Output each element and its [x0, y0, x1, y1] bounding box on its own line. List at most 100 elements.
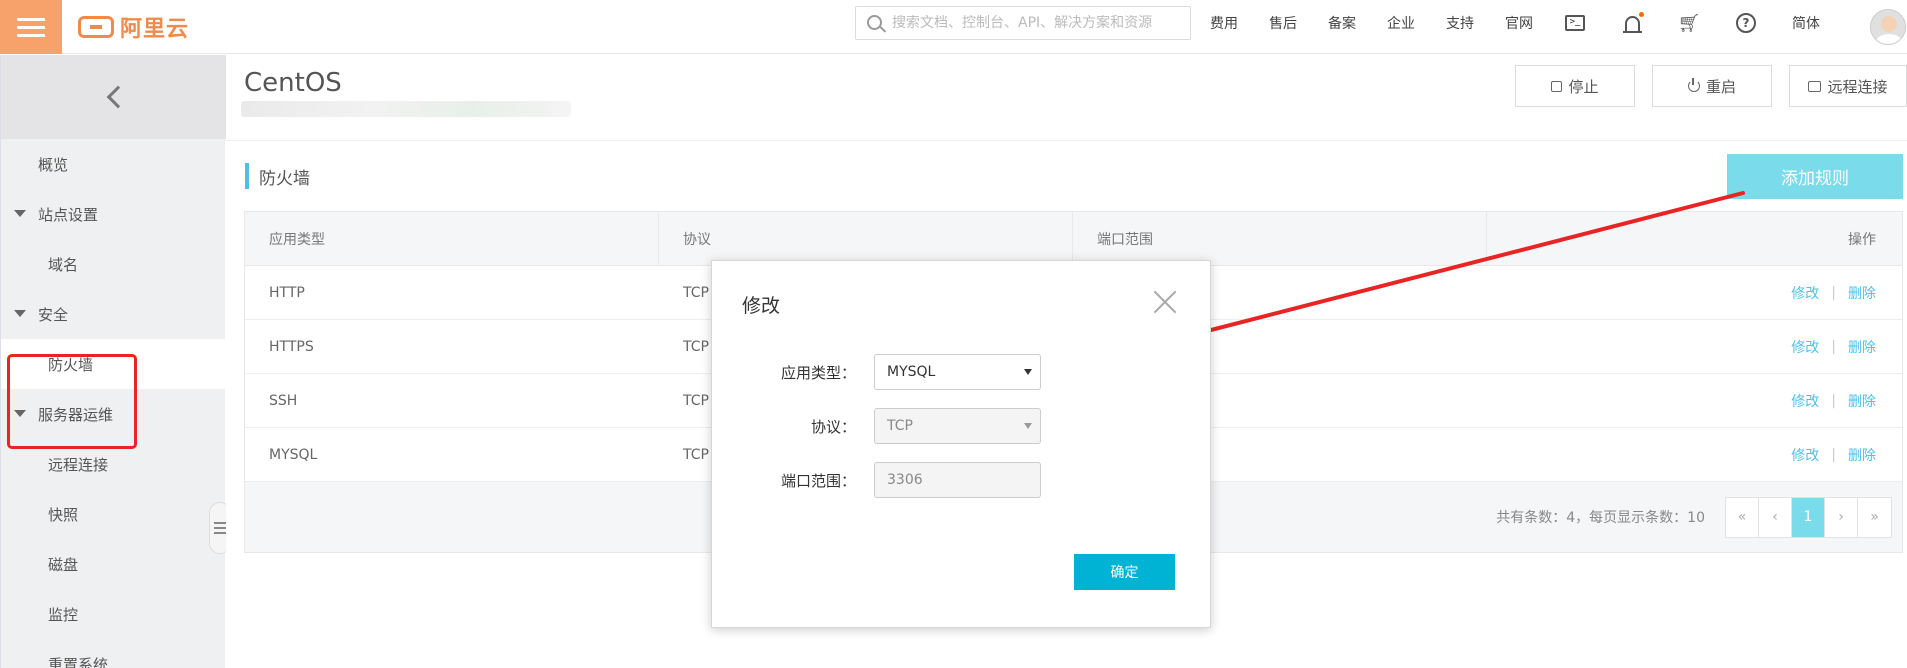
cell-type: HTTPS — [269, 338, 314, 355]
cell-actions: 修改 | 删除 — [1487, 374, 1902, 427]
nav-enterprise[interactable]: 企业 — [1387, 13, 1415, 33]
app-type-select[interactable]: MYSQL — [874, 354, 1041, 390]
divider: | — [1831, 284, 1836, 301]
cell-type: MYSQL — [269, 446, 318, 463]
notifications-button[interactable] — [1621, 12, 1644, 34]
nav-icp-filing[interactable]: 备案 — [1328, 13, 1356, 33]
sidebar-item-label: 监控 — [48, 605, 79, 624]
chevron-left-icon — [106, 85, 129, 109]
column-header-type: 应用类型 — [245, 212, 659, 265]
nav-support[interactable]: 支持 — [1446, 13, 1474, 33]
protocol-select: TCP — [874, 408, 1041, 444]
stop-label: 停止 — [1568, 77, 1599, 96]
sidebar-item-firewall[interactable]: 防火墙 — [1, 339, 226, 389]
confirm-button[interactable]: 确定 — [1074, 554, 1175, 590]
power-icon — [1687, 78, 1700, 92]
divider: | — [1831, 338, 1836, 355]
sidebar-item-overview[interactable]: 概览 — [1, 139, 226, 189]
brand-name: 阿里云 — [120, 17, 190, 42]
delete-link[interactable]: 删除 — [1848, 391, 1876, 411]
page-next-button[interactable]: › — [1825, 497, 1858, 537]
sidebar-item-reset-system[interactable]: 重置系统 — [1, 639, 226, 668]
column-header-protocol: 协议 — [659, 212, 1073, 265]
port-range-value: 3306 — [887, 472, 923, 488]
sidebar-group-security[interactable]: 安全 — [1, 289, 226, 339]
pagination: « ‹ 1 › » — [1725, 496, 1892, 538]
cell-actions: 修改 | 删除 — [1487, 266, 1902, 319]
avatar[interactable] — [1870, 9, 1906, 45]
sidebar-item-snapshot[interactable]: 快照 — [1, 489, 226, 539]
sidebar-item-label: 域名 — [48, 255, 79, 274]
delete-link[interactable]: 删除 — [1848, 445, 1876, 465]
search-box[interactable] — [855, 6, 1191, 40]
search-input[interactable] — [892, 15, 1190, 31]
column-header-port: 端口范围 — [1073, 212, 1487, 265]
edit-link[interactable]: 修改 — [1791, 391, 1819, 411]
edit-link[interactable]: 修改 — [1791, 283, 1819, 303]
cell-actions: 修改 | 删除 — [1487, 428, 1902, 481]
sidebar-item-remote-connect[interactable]: 远程连接 — [1, 439, 226, 489]
aliyun-logo-icon — [78, 16, 114, 38]
protocol-label: 协议： — [810, 417, 856, 436]
sidebar-item-label: 站点设置 — [38, 205, 99, 224]
help-button[interactable]: ? — [1735, 12, 1757, 34]
protocol-value: TCP — [887, 418, 913, 434]
page-first-button[interactable]: « — [1726, 497, 1759, 537]
nav-after-sales[interactable]: 售后 — [1269, 13, 1297, 33]
notification-dot — [1639, 12, 1644, 17]
sidebar-item-label: 重置系统 — [48, 655, 109, 668]
divider: | — [1831, 446, 1836, 463]
edit-rule-dialog: 修改 应用类型： MYSQL 协议： TCP 端口范围： 3306 确定 — [711, 260, 1211, 628]
cart-button[interactable]: 🛒︎ — [1677, 12, 1701, 34]
sidebar-item-disk[interactable]: 磁盘 — [1, 539, 226, 589]
page-last-button[interactable]: » — [1858, 497, 1891, 537]
search-icon — [867, 15, 882, 30]
dialog-title: 修改 — [742, 295, 781, 317]
field-app-type: 应用类型： MYSQL — [712, 353, 1212, 391]
sidebar-collapse-button[interactable] — [1, 55, 226, 139]
terminal-button[interactable]: >_ — [1564, 12, 1586, 34]
delete-link[interactable]: 删除 — [1848, 283, 1876, 303]
brand-logo[interactable]: 阿里云 — [78, 11, 189, 43]
sidebar: 概览 站点设置 域名 安全 防火墙 服务器运维 远程连接 快照 磁盘 监控 重置… — [0, 55, 231, 668]
divider: | — [1831, 392, 1836, 409]
bell-icon — [1622, 15, 1642, 33]
sidebar-group-site-settings[interactable]: 站点设置 — [1, 189, 226, 239]
nav-official-site[interactable]: 官网 — [1505, 13, 1533, 33]
add-rule-button[interactable]: 添加规则 — [1727, 154, 1903, 199]
remote-connect-button[interactable]: 远程连接 — [1789, 65, 1907, 107]
caret-down-icon — [14, 310, 26, 317]
sidebar-item-label: 磁盘 — [48, 555, 79, 574]
app-type-value: MYSQL — [887, 364, 936, 380]
cell-type: HTTP — [269, 284, 305, 301]
cart-icon: 🛒︎ — [1677, 12, 1701, 34]
instance-header: CentOS 停止 重启 远程连接 — [226, 55, 1907, 141]
delete-link[interactable]: 删除 — [1848, 337, 1876, 357]
menu-icon[interactable] — [0, 0, 62, 54]
nav-fees[interactable]: 费用 — [1210, 13, 1238, 33]
close-icon[interactable] — [1152, 289, 1178, 315]
caret-down-icon — [1024, 423, 1032, 429]
edit-link[interactable]: 修改 — [1791, 337, 1819, 357]
sidebar-item-monitor[interactable]: 监控 — [1, 589, 226, 639]
sidebar-item-label: 防火墙 — [48, 355, 94, 374]
remote-connect-label: 远程连接 — [1827, 77, 1888, 96]
page-current-button[interactable]: 1 — [1792, 497, 1825, 537]
stop-button[interactable]: 停止 — [1515, 65, 1635, 107]
table-header: 应用类型 协议 端口范围 操作 — [245, 212, 1902, 266]
sidebar-item-domain[interactable]: 域名 — [1, 239, 226, 289]
field-port-range: 端口范围： 3306 — [712, 461, 1212, 499]
page-prev-button[interactable]: ‹ — [1759, 497, 1792, 537]
edit-link[interactable]: 修改 — [1791, 445, 1819, 465]
sidebar-item-label: 服务器运维 — [38, 405, 114, 424]
sidebar-menu: 概览 站点设置 域名 安全 防火墙 服务器运维 远程连接 快照 磁盘 监控 重置… — [1, 139, 226, 668]
port-range-input: 3306 — [874, 462, 1041, 498]
cell-type: SSH — [269, 392, 298, 409]
sidebar-item-label: 概览 — [38, 155, 69, 174]
sidebar-item-label: 远程连接 — [48, 455, 109, 474]
restart-button[interactable]: 重启 — [1652, 65, 1772, 107]
terminal-icon: >_ — [1565, 15, 1585, 31]
page-title: CentOS — [244, 68, 342, 98]
sidebar-group-server-ops[interactable]: 服务器运维 — [1, 389, 226, 439]
language-switch[interactable]: 简体 — [1792, 13, 1820, 33]
